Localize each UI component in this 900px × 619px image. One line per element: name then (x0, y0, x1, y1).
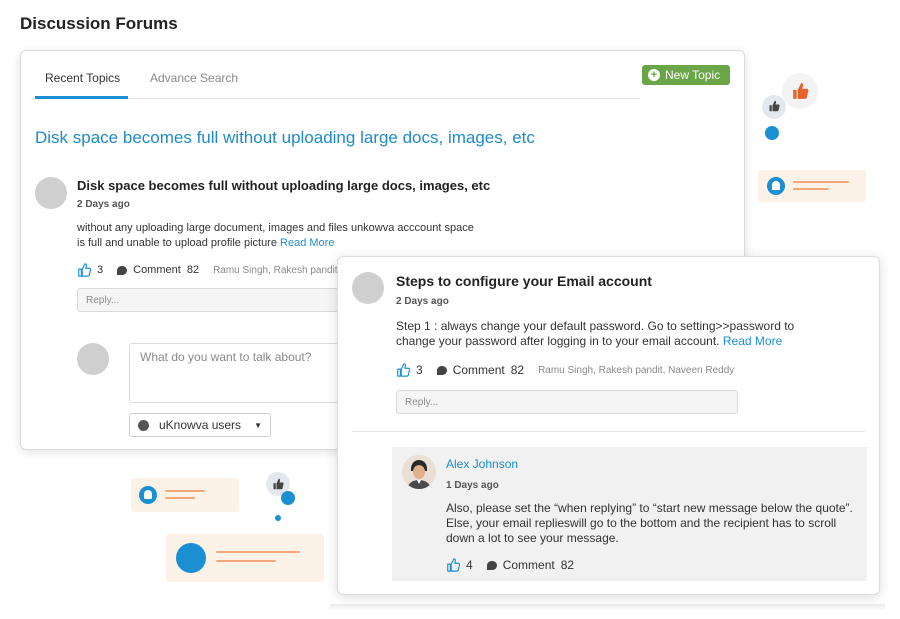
notification-line (165, 497, 195, 499)
read-more-link[interactable]: Read More (723, 334, 782, 348)
thumbs-up-icon[interactable] (446, 558, 460, 572)
tab-bar: Recent Topics Advance Search (35, 69, 640, 99)
reply-body: Also, please set the “when replying” to … (446, 501, 853, 545)
tab-advance-search[interactable]: Advance Search (150, 71, 238, 85)
comment-count: 82 (186, 264, 200, 276)
comment-icon (486, 560, 497, 570)
post-title[interactable]: Steps to configure your Email account (396, 273, 652, 289)
comment-icon (117, 265, 128, 275)
comment-count: 82 (510, 363, 525, 377)
dot-decoration (275, 515, 281, 521)
email-topic-card: Steps to configure your Email account 2 … (337, 256, 880, 595)
rocket-icon (176, 543, 206, 573)
avatar (77, 343, 109, 375)
thumbs-up-icon (793, 83, 809, 99)
read-more-link[interactable]: Read More (280, 237, 334, 249)
reply-date: 1 Days ago (446, 480, 499, 491)
post-body: Step 1 : always change your default pass… (396, 319, 821, 349)
post-body: without any uploading large document, im… (77, 221, 477, 251)
heart-icon (765, 126, 779, 140)
page-title: Discussion Forums (20, 14, 178, 33)
comment-button[interactable]: Comment (453, 363, 505, 377)
user-avatar (402, 455, 436, 489)
thumbs-up-icon[interactable] (77, 263, 91, 277)
notification-line (216, 560, 276, 562)
like-count: 3 (416, 363, 423, 377)
comment-button[interactable]: Comment (503, 558, 555, 572)
comment-button[interactable]: Comment (133, 264, 181, 276)
like-count: 4 (466, 558, 473, 572)
reply-author-link[interactable]: Alex Johnson (446, 457, 518, 471)
reply-input[interactable]: Reply... (396, 390, 738, 414)
post-body-text: without any uploading large document, im… (77, 222, 474, 249)
plus-circle-icon: + (648, 69, 660, 81)
audience-select-value: uKnowva users (159, 418, 242, 432)
post-title[interactable]: Disk space becomes full without uploadin… (77, 178, 490, 193)
comment-icon (436, 365, 447, 375)
post-date: 2 Days ago (77, 199, 130, 210)
chevron-down-icon: ▼ (254, 420, 262, 430)
liker-names[interactable]: Ramu Singh, Rakesh pandit, Naveen Reddy (538, 365, 734, 376)
liker-names[interactable]: Ramu Singh, Rakesh pandit (213, 265, 338, 276)
topic-headline-link[interactable]: Disk space becomes full without uploadin… (35, 128, 535, 148)
tab-recent-topics[interactable]: Recent Topics (45, 71, 120, 85)
person-portrait-icon (402, 455, 436, 489)
reply-card: Alex Johnson 1 Days ago Also, please set… (392, 447, 867, 581)
post-actions: 3 Comment 82 Ramu Singh, Rakesh pandit, … (396, 363, 734, 377)
like-count: 3 (97, 264, 104, 276)
post-date: 2 Days ago (396, 296, 449, 307)
notification-line (216, 551, 300, 553)
notification-line (793, 188, 829, 190)
divider (352, 431, 865, 432)
reply-actions: 4 Comment 82 (446, 558, 574, 572)
thumbs-up-icon[interactable] (396, 363, 410, 377)
avatar (352, 272, 384, 304)
bell-icon (767, 177, 785, 195)
comment-count: 82 (560, 558, 575, 572)
thumbs-up-icon (769, 100, 780, 112)
audience-select[interactable]: uKnowva users ▼ (129, 413, 271, 437)
globe-icon (138, 419, 149, 431)
new-topic-button[interactable]: + New Topic (642, 65, 730, 85)
avatar (35, 177, 67, 209)
composer-input[interactable]: What do you want to talk about? (129, 343, 339, 403)
reply-input[interactable]: Reply... (77, 288, 339, 312)
post-actions: 3 Comment 82 Ramu Singh, Rakesh pandit (77, 263, 338, 277)
shadow-fade (330, 604, 885, 610)
new-topic-label: New Topic (665, 68, 721, 82)
heart-icon (281, 491, 295, 505)
notification-line (793, 181, 849, 183)
active-tab-indicator (35, 96, 128, 99)
thumbs-up-icon (273, 478, 284, 490)
bell-icon (139, 486, 157, 504)
notification-line (165, 490, 205, 492)
